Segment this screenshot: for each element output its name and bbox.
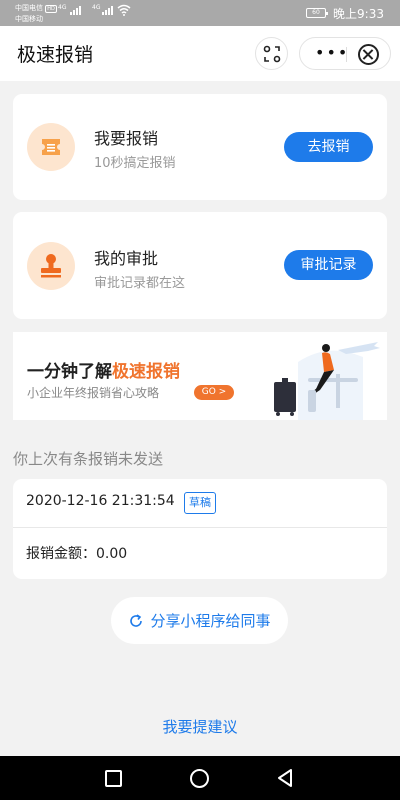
ticket-icon [27,123,75,171]
hd-badge: HD [45,5,57,13]
promo-banner[interactable]: 一分钟了解极速报销 小企业年终报销省心攻略 GO > [13,332,387,420]
share-button[interactable]: 分享小程序给同事 [111,597,288,644]
amount-value: 0.00 [96,546,128,562]
draft-timestamp: 2020-12-16 21:31:54 [26,493,175,509]
back-icon[interactable] [276,768,294,788]
refresh-icon [130,613,143,627]
approval-title: 我的审批 [94,249,159,268]
network-type-1: 4G [58,4,67,11]
status-badge: 草稿 [184,492,216,514]
share-label: 分享小程序给同事 [150,612,271,630]
reimburse-card[interactable]: 我要报销 10秒搞定报销 去报销 [13,94,387,200]
capsule-divider [346,47,347,62]
network-type-2: 4G [92,4,101,11]
recent-apps-icon[interactable] [105,770,122,787]
reimburse-subtitle: 10秒搞定报销 [94,156,176,171]
draft-card[interactable]: 2020-12-16 21:31:54 草稿 报销金额：0.00 [13,479,387,579]
amount-row: 报销金额：0.00 [26,543,127,563]
wifi-icon [117,4,131,18]
carrier-primary: 中国电信 HD [15,4,57,13]
signal-icon-2 [102,6,113,15]
travel-illustration [268,332,387,420]
approval-subtitle: 审批记录都在这 [94,276,186,291]
pending-section-label: 你上次有条报销未发送 [13,450,164,468]
mini-program-capsule: ••• [299,37,391,70]
approval-records-button[interactable]: 审批记录 [284,250,373,280]
battery-icon: 60 [306,8,328,18]
home-icon[interactable] [190,769,209,788]
status-bar: 中国电信 HD 中国移动 4G 4G 60 晚上9:33 [0,0,400,26]
divider [13,527,387,528]
carrier-secondary: 中国移动 [15,15,43,23]
more-icon[interactable]: ••• [315,45,349,61]
scan-button[interactable] [255,37,288,70]
page-title: 极速报销 [17,44,94,66]
signal-icon [70,6,81,15]
approval-card[interactable]: 我的审批 审批记录都在这 审批记录 [13,212,387,319]
close-icon[interactable] [358,44,379,65]
banner-go-button[interactable]: GO > [194,385,234,400]
reimburse-title: 我要报销 [94,129,159,148]
stamp-icon [27,242,75,290]
suggestion-link[interactable]: 我要提建议 [0,716,400,737]
banner-title: 一分钟了解极速报销 [27,362,180,382]
scan-icon [263,45,280,62]
clock: 晚上9:33 [333,7,384,21]
system-nav-bar [0,756,400,800]
banner-subtitle: 小企业年终报销省心攻略 [27,386,160,400]
go-reimburse-button[interactable]: 去报销 [284,132,373,162]
amount-label: 报销金额： [26,546,96,562]
